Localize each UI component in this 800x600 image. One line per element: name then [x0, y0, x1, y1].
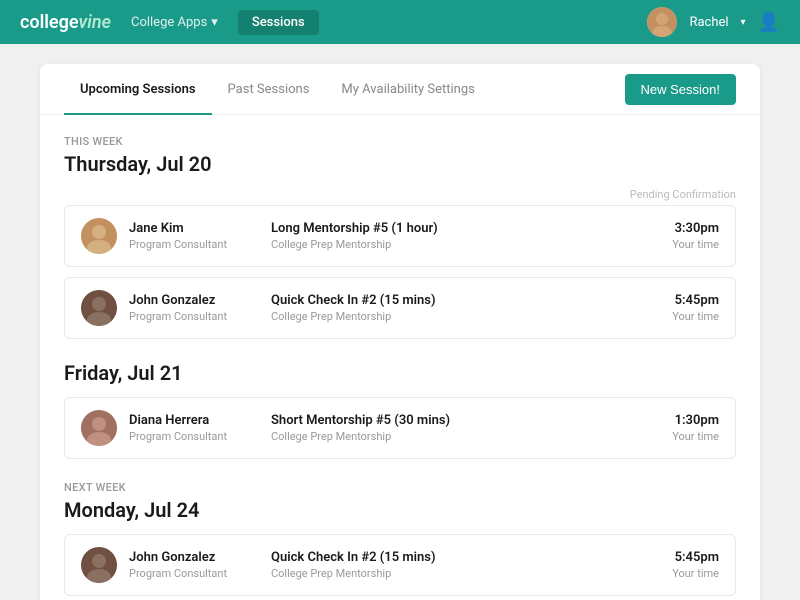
chevron-down-icon: ▾ — [211, 15, 218, 30]
session-person-john-mon: John Gonzalez Program Consultant — [129, 550, 259, 580]
session-card-diana[interactable]: Diana Herrera Program Consultant Short M… — [64, 397, 736, 459]
user-chevron-icon[interactable]: ▾ — [741, 17, 746, 28]
nav-sessions[interactable]: Sessions — [238, 10, 319, 35]
session-role-diana: Program Consultant — [129, 430, 259, 443]
day-label-mon: Monday, Jul 24 — [64, 498, 736, 522]
tab-past-sessions[interactable]: Past Sessions — [212, 64, 326, 115]
logo[interactable]: collegevine — [20, 12, 111, 33]
session-role-john-thu: Program Consultant — [129, 310, 259, 323]
tab-availability-settings[interactable]: My Availability Settings — [325, 64, 490, 115]
navbar: collegevine College Apps ▾ Sessions Rach… — [0, 0, 800, 44]
day-label-fri: Friday, Jul 21 — [64, 361, 736, 385]
session-time-label-john-mon: Your time — [649, 567, 719, 580]
session-details-jane: Long Mentorship #5 (1 hour) College Prep… — [271, 221, 637, 251]
session-name-jane: Jane Kim — [129, 221, 259, 236]
session-time-val-diana: 1:30pm — [649, 413, 719, 428]
avatar-diana — [81, 410, 117, 446]
session-title-diana: Short Mentorship #5 (30 mins) — [271, 413, 637, 428]
week-label-this-week: This Week — [64, 135, 736, 148]
avatar-john-thu — [81, 290, 117, 326]
tab-upcoming-sessions[interactable]: Upcoming Sessions — [64, 64, 212, 115]
college-apps-label: College Apps — [131, 15, 207, 30]
content-card: Upcoming Sessions Past Sessions My Avail… — [40, 64, 760, 600]
avatar — [647, 7, 677, 37]
nav-college-apps[interactable]: College Apps ▾ — [131, 15, 218, 30]
session-time-john-mon: 5:45pm Your time — [649, 550, 719, 580]
day-section-fri: Friday, Jul 21 Diana Herrera — [64, 361, 736, 459]
session-time-diana: 1:30pm Your time — [649, 413, 719, 443]
session-details-john-mon: Quick Check In #2 (15 mins) College Prep… — [271, 550, 637, 580]
session-card-john-thu[interactable]: John Gonzalez Program Consultant Quick C… — [64, 277, 736, 339]
user-name: Rachel — [689, 15, 728, 30]
logo-text: collegevine — [20, 12, 111, 33]
pending-row: Pending Confirmation — [64, 188, 736, 201]
session-program-john-mon: College Prep Mentorship — [271, 567, 637, 580]
day-section-mon: Monday, Jul 24 John Gonzalez — [64, 498, 736, 596]
session-details-diana: Short Mentorship #5 (30 mins) College Pr… — [271, 413, 637, 443]
sessions-body: This Week Thursday, Jul 20 Pending Confi… — [40, 115, 760, 600]
session-title-jane: Long Mentorship #5 (1 hour) — [271, 221, 637, 236]
tabs-header: Upcoming Sessions Past Sessions My Avail… — [40, 64, 760, 115]
session-person-diana: Diana Herrera Program Consultant — [129, 413, 259, 443]
session-role-jane: Program Consultant — [129, 238, 259, 251]
session-title-john-mon: Quick Check In #2 (15 mins) — [271, 550, 637, 565]
session-name-john-thu: John Gonzalez — [129, 293, 259, 308]
main-container: Upcoming Sessions Past Sessions My Avail… — [0, 44, 800, 600]
session-program-jane: College Prep Mentorship — [271, 238, 637, 251]
session-time-label-diana: Your time — [649, 430, 719, 443]
add-user-icon[interactable]: 👤 — [758, 12, 780, 33]
new-session-button[interactable]: New Session! — [625, 74, 736, 105]
week-section-this-week: This Week Thursday, Jul 20 Pending Confi… — [64, 135, 736, 459]
navbar-left: collegevine College Apps ▾ Sessions — [20, 10, 319, 35]
week-label-next-week: Next Week — [64, 481, 736, 494]
session-details-john-thu: Quick Check In #2 (15 mins) College Prep… — [271, 293, 637, 323]
tabs-left: Upcoming Sessions Past Sessions My Avail… — [64, 64, 491, 114]
session-program-john-thu: College Prep Mentorship — [271, 310, 637, 323]
day-section-thu: Thursday, Jul 20 Pending Confirmation — [64, 152, 736, 339]
session-time-val-jane: 3:30pm — [649, 221, 719, 236]
day-label-thu: Thursday, Jul 20 — [64, 152, 736, 176]
session-title-john-thu: Quick Check In #2 (15 mins) — [271, 293, 637, 308]
session-time-john-thu: 5:45pm Your time — [649, 293, 719, 323]
session-role-john-mon: Program Consultant — [129, 567, 259, 580]
session-card-jane[interactable]: Jane Kim Program Consultant Long Mentors… — [64, 205, 736, 267]
navbar-right: Rachel ▾ 👤 — [647, 7, 780, 37]
week-section-next-week: Next Week Monday, Jul 24 — [64, 481, 736, 596]
session-card-john-mon[interactable]: John Gonzalez Program Consultant Quick C… — [64, 534, 736, 596]
session-time-label-john-thu: Your time — [649, 310, 719, 323]
pending-text: Pending Confirmation — [630, 188, 736, 201]
session-name-diana: Diana Herrera — [129, 413, 259, 428]
avatar-jane — [81, 218, 117, 254]
session-person-john-thu: John Gonzalez Program Consultant — [129, 293, 259, 323]
session-time-jane: 3:30pm Your time — [649, 221, 719, 251]
session-name-john-mon: John Gonzalez — [129, 550, 259, 565]
avatar-john-mon — [81, 547, 117, 583]
session-person-jane: Jane Kim Program Consultant — [129, 221, 259, 251]
sessions-label: Sessions — [252, 15, 305, 30]
session-program-diana: College Prep Mentorship — [271, 430, 637, 443]
session-time-val-john-mon: 5:45pm — [649, 550, 719, 565]
session-time-val-john-thu: 5:45pm — [649, 293, 719, 308]
session-time-label-jane: Your time — [649, 238, 719, 251]
